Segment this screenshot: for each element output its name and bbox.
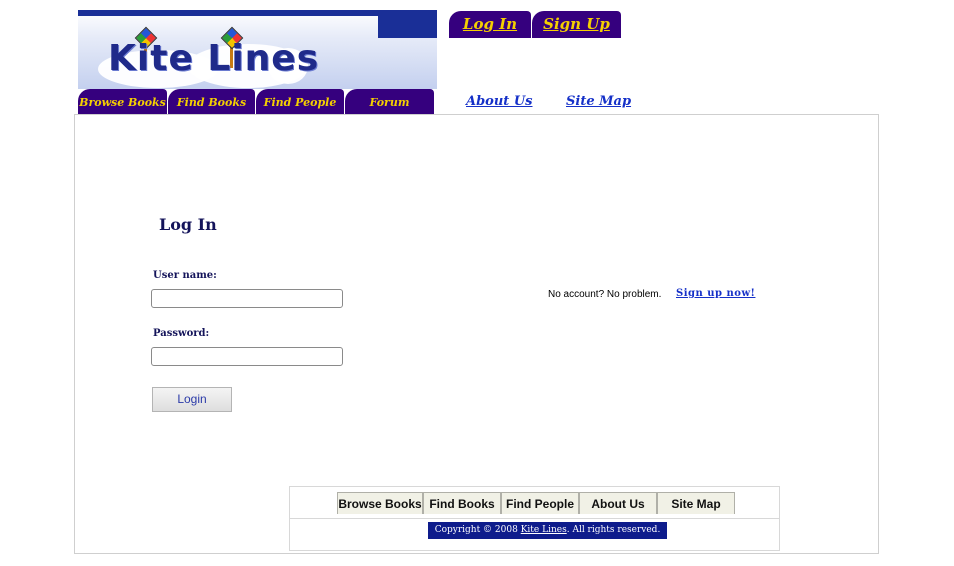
copyright-bar: Copyright © 2008 Kite Lines. All rights … <box>428 522 667 539</box>
login-button[interactable]: Login <box>152 387 232 412</box>
footer-tab-find-books[interactable]: Find Books <box>423 492 501 514</box>
sign-up-now-link[interactable]: Sign up now! <box>676 288 755 299</box>
nav-tab-find-people[interactable]: Find People <box>256 89 344 114</box>
no-account-text: No account? No problem. <box>548 289 662 300</box>
copyright-suffix: . All rights reserved. <box>566 525 661 535</box>
site-logo-banner[interactable]: Kite Lines <box>78 10 437 89</box>
login-title: Log In <box>159 215 217 234</box>
logo-text: Kite Lines <box>108 38 320 79</box>
nav-link-about-us[interactable]: About Us <box>466 94 533 109</box>
footer-tab-browse-books[interactable]: Browse Books <box>337 492 423 514</box>
password-label: Password: <box>153 328 210 339</box>
copyright-link[interactable]: Kite Lines <box>521 525 567 535</box>
footer-tab-site-map[interactable]: Site Map <box>657 492 735 514</box>
nav-tab-browse-books[interactable]: Browse Books <box>78 89 167 114</box>
nav-tab-forum[interactable]: Forum <box>345 89 434 114</box>
tab-sign-up[interactable]: Sign Up <box>532 11 621 38</box>
copyright-prefix: Copyright © 2008 <box>434 525 518 535</box>
password-input[interactable] <box>151 347 343 366</box>
footer-tab-about-us[interactable]: About Us <box>579 492 657 514</box>
username-label: User name: <box>153 270 217 281</box>
footer-divider <box>289 518 779 519</box>
banner-top-bar-edge <box>378 10 437 38</box>
username-input[interactable] <box>151 289 343 308</box>
footer-tab-find-people[interactable]: Find People <box>501 492 579 514</box>
nav-link-site-map[interactable]: Site Map <box>566 94 631 109</box>
nav-tab-find-books[interactable]: Find Books <box>168 89 255 114</box>
tab-log-in[interactable]: Log In <box>449 11 531 38</box>
